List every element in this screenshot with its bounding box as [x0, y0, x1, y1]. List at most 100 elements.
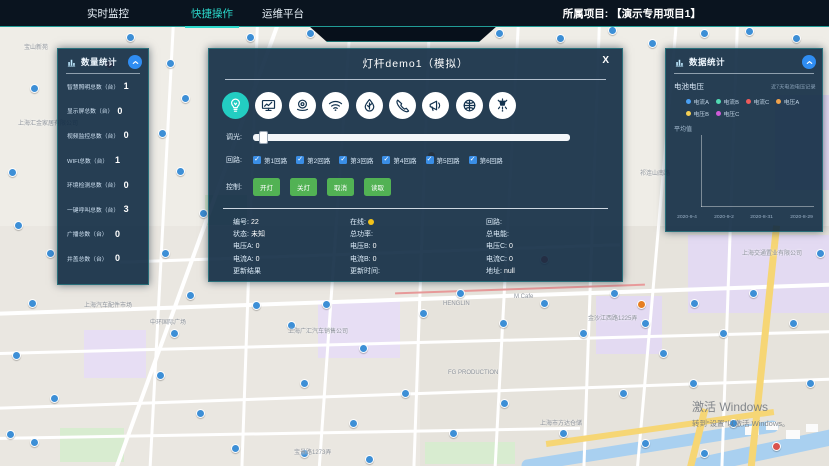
map-marker[interactable]	[637, 300, 646, 309]
map-marker[interactable]	[700, 449, 709, 458]
map-marker[interactable]	[8, 168, 17, 177]
circuit-checkbox-item[interactable]: ✓ 第4回路	[382, 155, 416, 165]
map-marker[interactable]	[659, 349, 668, 358]
modal-title: 灯杆demo1（模拟）	[209, 49, 622, 71]
tab-ops-platform[interactable]: 运维平台	[260, 1, 306, 26]
电压C[interactable]: 电压C	[716, 109, 739, 118]
map-marker[interactable]	[540, 299, 549, 308]
map-marker[interactable]	[246, 33, 255, 42]
circuit-checkbox-item[interactable]: ✓ 第5回路	[426, 155, 460, 165]
map-marker[interactable]	[359, 344, 368, 353]
map-marker[interactable]	[170, 329, 179, 338]
map-marker[interactable]	[816, 249, 825, 258]
map-marker[interactable]	[14, 221, 23, 230]
checkbox-checked-icon[interactable]: ✓	[296, 156, 304, 164]
map-marker[interactable]	[772, 442, 781, 451]
map-marker[interactable]	[401, 389, 410, 398]
map-marker[interactable]	[495, 29, 504, 38]
map-marker[interactable]	[556, 34, 565, 43]
turn-on-button[interactable]: 开灯	[253, 178, 280, 196]
map-marker[interactable]	[641, 439, 650, 448]
light-sensor-icon[interactable]	[489, 92, 516, 119]
checkbox-checked-icon[interactable]: ✓	[253, 156, 261, 164]
map-marker[interactable]	[156, 371, 165, 380]
wifi-icon[interactable]	[322, 92, 349, 119]
map-marker[interactable]	[648, 39, 657, 48]
map-marker[interactable]	[126, 33, 135, 42]
checkbox-checked-icon[interactable]: ✓	[339, 156, 347, 164]
circuit-checkbox-item[interactable]: ✓ 第2回路	[296, 155, 330, 165]
slider-handle[interactable]	[259, 131, 268, 144]
map-marker[interactable]	[419, 309, 428, 318]
screen-icon[interactable]	[255, 92, 282, 119]
map-marker[interactable]	[449, 429, 458, 438]
map-marker[interactable]	[176, 167, 185, 176]
turn-off-button[interactable]: 关灯	[290, 178, 317, 196]
tab-realtime-monitoring[interactable]: 实时监控	[85, 1, 131, 26]
map-marker[interactable]	[608, 26, 617, 35]
close-button[interactable]: X	[602, 55, 609, 66]
map-marker[interactable]	[365, 455, 374, 464]
map-marker[interactable]	[12, 351, 21, 360]
checkbox-checked-icon[interactable]: ✓	[426, 156, 434, 164]
checkbox-checked-icon[interactable]: ✓	[382, 156, 390, 164]
read-button[interactable]: 读取	[364, 178, 391, 196]
map-marker[interactable]	[500, 399, 509, 408]
电压B[interactable]: 电压B	[686, 109, 709, 118]
map-marker[interactable]	[28, 299, 37, 308]
map-marker[interactable]	[252, 301, 261, 310]
map-marker[interactable]	[322, 300, 331, 309]
circuit-checkbox-item[interactable]: ✓ 第6回路	[469, 155, 503, 165]
map-marker[interactable]	[300, 379, 309, 388]
map-marker[interactable]	[689, 379, 698, 388]
map-marker[interactable]	[166, 59, 175, 68]
map-marker[interactable]	[579, 329, 588, 338]
map-marker[interactable]	[789, 319, 798, 328]
电流B[interactable]: 电流B	[716, 97, 739, 106]
circuit-checkbox-item[interactable]: ✓ 第1回路	[253, 155, 287, 165]
map-marker[interactable]	[700, 29, 709, 38]
map-marker[interactable]	[619, 389, 628, 398]
manhole-icon[interactable]	[456, 92, 483, 119]
map-marker[interactable]	[196, 409, 205, 418]
lighting-icon[interactable]	[222, 92, 249, 119]
map-marker[interactable]	[499, 319, 508, 328]
map-marker[interactable]	[186, 291, 195, 300]
map-marker[interactable]	[6, 430, 15, 439]
电流A[interactable]: 电流A	[686, 97, 709, 106]
tab-quick-operations[interactable]: 快捷操作	[189, 1, 235, 26]
map-marker[interactable]	[158, 129, 167, 138]
dimming-slider[interactable]	[253, 134, 570, 141]
environment-icon[interactable]	[356, 92, 383, 119]
call-icon[interactable]	[389, 92, 416, 119]
map-marker[interactable]	[749, 289, 758, 298]
map-marker[interactable]	[46, 249, 55, 258]
map-marker[interactable]	[30, 438, 39, 447]
电流C[interactable]: 电流C	[746, 97, 769, 106]
map-marker[interactable]	[199, 209, 208, 218]
map-marker[interactable]	[50, 394, 59, 403]
collapse-button[interactable]	[128, 55, 142, 69]
map-marker[interactable]	[792, 34, 801, 43]
map-marker[interactable]	[719, 329, 728, 338]
map-marker[interactable]	[349, 419, 358, 428]
map-marker[interactable]	[806, 379, 815, 388]
map-marker[interactable]	[231, 444, 240, 453]
map-marker[interactable]	[641, 319, 650, 328]
map-marker[interactable]	[306, 29, 315, 38]
collapse-button[interactable]	[802, 55, 816, 69]
map-marker[interactable]	[559, 429, 568, 438]
map-marker[interactable]	[181, 94, 190, 103]
cancel-button[interactable]: 取消	[327, 178, 354, 196]
map-marker[interactable]	[690, 299, 699, 308]
checkbox-checked-icon[interactable]: ✓	[469, 156, 477, 164]
电压A[interactable]: 电压A	[776, 97, 799, 106]
map-marker[interactable]	[161, 249, 170, 258]
circuit-checkbox-item[interactable]: ✓ 第3回路	[339, 155, 373, 165]
map-marker[interactable]	[610, 289, 619, 298]
map-marker[interactable]	[745, 27, 754, 36]
map-marker[interactable]	[30, 84, 39, 93]
map-marker[interactable]	[456, 289, 465, 298]
broadcast-icon[interactable]	[422, 92, 449, 119]
camera-icon[interactable]	[289, 92, 316, 119]
